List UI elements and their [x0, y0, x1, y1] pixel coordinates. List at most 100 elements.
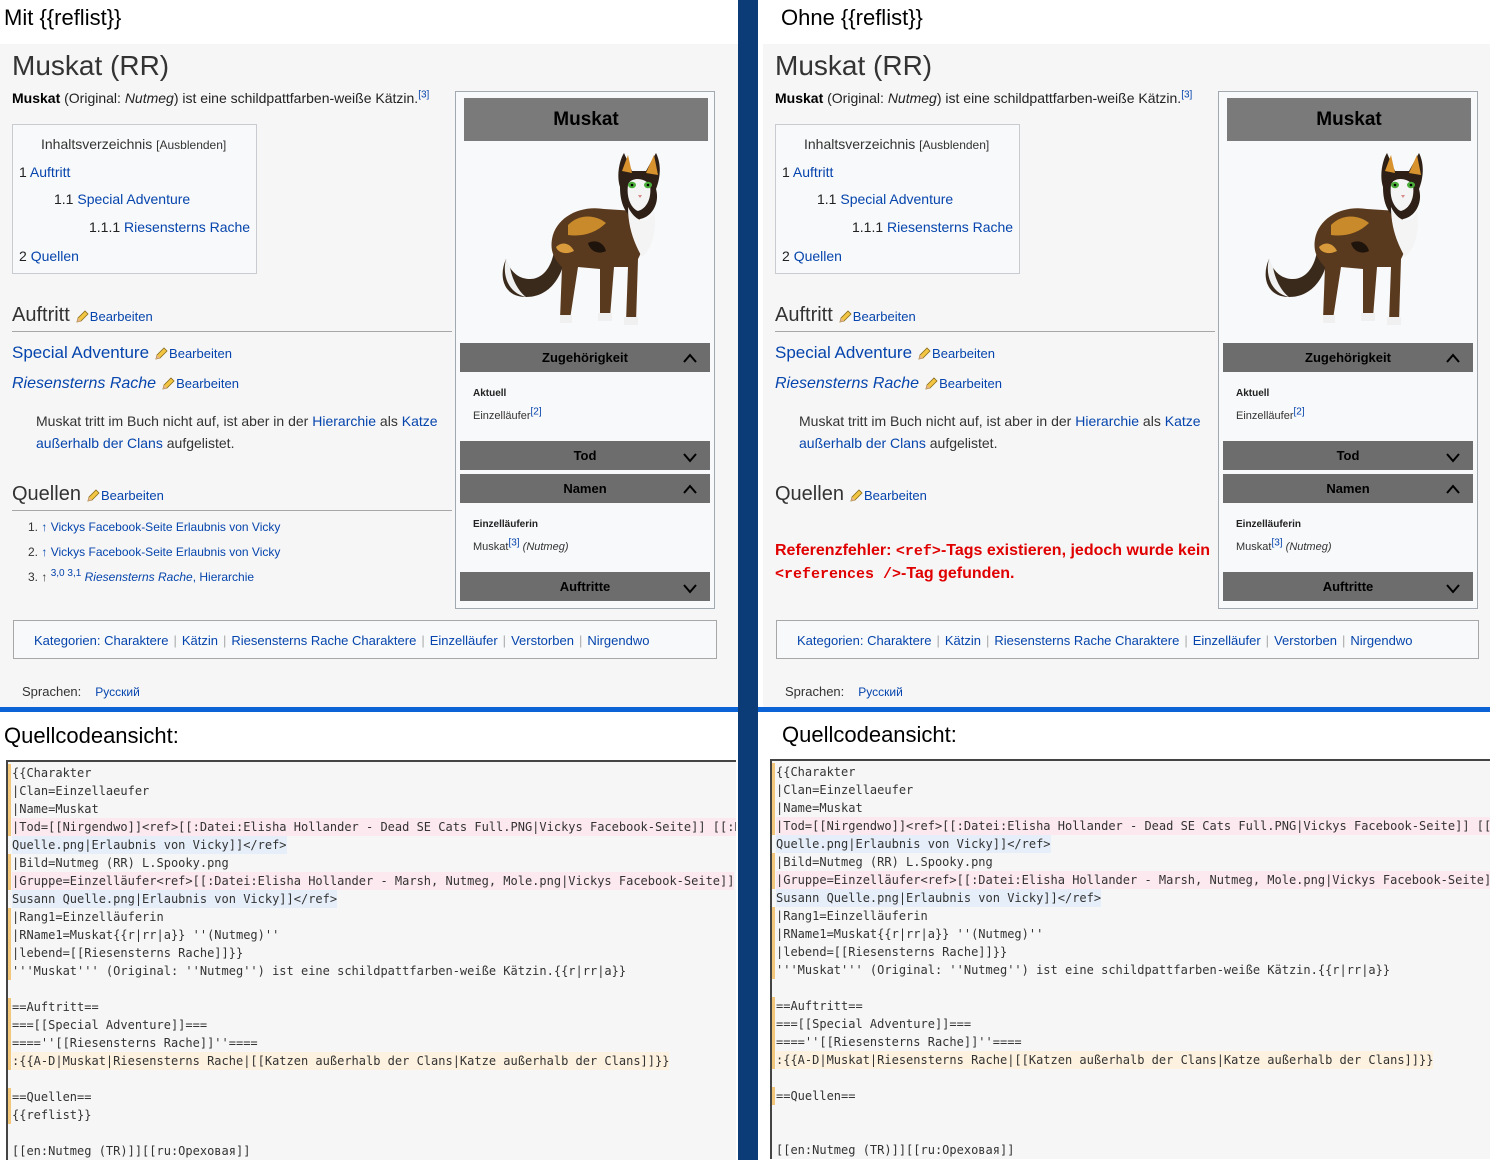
heading-special-adventure[interactable]: Special Adventure Bearbeiten [12, 343, 232, 363]
section-toggle-appearances[interactable]: Auftritte [460, 572, 710, 601]
table-of-contents: Inhaltsverzeichnis [Ausblenden] 1 Auftri… [12, 124, 257, 274]
line-gutter-marker [8, 1052, 11, 1070]
page-title: Muskat (RR) [12, 50, 170, 81]
source-line: |Name=Muskat [12, 802, 99, 816]
toc-hide-link[interactable]: [Ausblenden] [919, 138, 989, 152]
source-line: |RName1=Muskat{{r|rr|a}} ''(Nutmeg)'' [12, 928, 280, 942]
toc-item[interactable]: 1.1 Special Adventure [54, 191, 190, 207]
section-toggle-death[interactable]: Tod [1223, 441, 1473, 470]
toc-hide-link[interactable]: [Ausblenden] [156, 138, 226, 152]
chevron-up-icon [1446, 484, 1460, 494]
heading-auftritt: Auftritt Bearbeiten [12, 304, 452, 332]
katze-link[interactable]: außerhalb der Clans [36, 435, 163, 451]
edit-link[interactable]: Bearbeiten [76, 309, 153, 324]
katze-link[interactable]: außerhalb der Clans [799, 435, 926, 451]
line-gutter-marker [772, 1033, 775, 1051]
edit-link[interactable]: Bearbeiten [87, 488, 164, 503]
source-line: |Bild=Nutmeg (RR) L.Spooky.png [776, 855, 993, 869]
pencil-icon [162, 377, 175, 390]
edit-link[interactable]: Bearbeiten [850, 488, 927, 503]
edit-link[interactable]: Bearbeiten [918, 346, 995, 361]
toc-item[interactable]: 1 Auftritt [19, 164, 70, 180]
source-line: [[en:Nutmeg (TR)]][[ru:Ореховая]] [776, 1143, 1015, 1157]
line-gutter-marker [8, 1106, 11, 1124]
heading-special-adventure[interactable]: Special Adventure Bearbeiten [775, 343, 995, 363]
source-line: Susann Quelle.png|Erlaubnis von Vicky]]<… [12, 890, 338, 908]
source-line: '''Muskat''' (Original: ''Nutmeg'') ist … [12, 964, 627, 978]
section-toggle-appearances[interactable]: Auftritte [1223, 572, 1473, 601]
horizontal-rule-right [758, 707, 1490, 712]
label-current: Aktuell [1236, 388, 1270, 399]
edit-link[interactable]: Bearbeiten [155, 346, 232, 361]
cat-image [502, 153, 660, 325]
chevron-up-icon [683, 353, 697, 363]
language-bar: Sprachen: Русский [22, 684, 140, 699]
appearance-text: Muskat tritt im Buch nicht auf, ist aber… [799, 413, 1201, 451]
label-names: Einzelläuferin [473, 519, 539, 530]
section-toggle-affiliation[interactable]: Zugehörigkeit [1223, 343, 1473, 372]
source-line: |lebend=[[Riesensterns Rache]]}} [12, 946, 244, 960]
line-gutter-marker [8, 962, 11, 980]
line-gutter-marker [772, 853, 775, 871]
wiki-page-without-reflist: Muskat (RR) Muskat (Original: Nutmeg) is… [763, 44, 1490, 707]
katze-link[interactable]: Katze [402, 413, 438, 429]
toc-item[interactable]: 1.1 Special Adventure [817, 191, 953, 207]
line-gutter-marker [772, 961, 775, 979]
cat-image [1265, 153, 1423, 325]
chevron-down-icon [683, 584, 697, 594]
edit-link[interactable]: Bearbeiten [162, 376, 239, 391]
pencil-icon [839, 310, 852, 323]
edit-link[interactable]: Bearbeiten [925, 376, 1002, 391]
source-line: ==Quellen== [12, 1090, 92, 1104]
source-line: Susann Quelle.png|Erlaubnis von Vicky]]<… [776, 889, 1102, 907]
heading-riesensterns-rache[interactable]: Riesensterns Rache Bearbeiten [775, 375, 1002, 393]
toc-item[interactable]: 2 Quellen [782, 248, 842, 264]
pencil-icon [925, 377, 938, 390]
source-line: {{reflist}} [12, 1108, 92, 1122]
intro-text: Muskat (Original: Nutmeg) ist eine schil… [12, 89, 430, 106]
toc-item[interactable]: 1.1.1 Riesensterns Rache [89, 219, 250, 235]
reference-error: Referenzfehler: <ref>-Tags existieren, j… [775, 542, 1211, 583]
source-editor-left[interactable]: {{Charakter |Clan=Einzellaeufer |Name=Musk… [6, 760, 736, 1160]
chevron-down-icon [1446, 584, 1460, 594]
toc-item[interactable]: 1 Auftritt [782, 164, 833, 180]
source-line: :{{A-D|Muskat|Riesensterns Rache|[[Katze… [776, 1051, 1434, 1069]
pencil-icon [76, 310, 89, 323]
katze-link[interactable]: Katze [1165, 413, 1201, 429]
source-line: :{{A-D|Muskat|Riesensterns Rache|[[Katze… [12, 1052, 670, 1070]
line-gutter-marker [8, 764, 11, 782]
source-line: ==Auftritt== [12, 1000, 99, 1014]
right-header: Ohne {{reflist}} [781, 5, 923, 30]
hierarchy-link[interactable]: Hierarchie [312, 413, 376, 429]
line-gutter-marker [8, 818, 11, 836]
section-toggle-death[interactable]: Tod [460, 441, 710, 470]
section-toggle-affiliation[interactable]: Zugehörigkeit [460, 343, 710, 372]
value-names: Muskat[3] (Nutmeg) [1236, 537, 1332, 553]
line-gutter-marker [8, 782, 11, 800]
language-link[interactable]: Русский [858, 685, 903, 699]
language-link[interactable]: Русский [95, 685, 140, 699]
source-line: |Rang1=Einzelläuferin [12, 910, 164, 924]
hierarchy-link[interactable]: Hierarchie [1075, 413, 1139, 429]
toc-item[interactable]: 2 Quellen [19, 248, 79, 264]
source-line: |Tod=[[Nirgendwo]]<ref>[[:Datei:Elisha H… [776, 817, 1490, 835]
line-gutter-marker [8, 944, 11, 962]
intro-ref[interactable]: [3] [1181, 89, 1192, 100]
toc-item[interactable]: 1.1.1 Riesensterns Rache [852, 219, 1013, 235]
source-editor-right[interactable]: {{Charakter |Clan=Einzellaeufer |Name=Musk… [770, 759, 1490, 1159]
source-line: |Gruppe=Einzelläufer<ref>[[:Datei:Elisha… [776, 871, 1490, 889]
edit-link[interactable]: Bearbeiten [839, 309, 916, 324]
pencil-icon [850, 489, 863, 502]
source-line: {{Charakter [776, 765, 856, 779]
source-header-left: Quellcodeansicht: [4, 723, 179, 748]
section-toggle-names[interactable]: Namen [460, 474, 710, 503]
label-names: Einzelläuferin [1236, 519, 1302, 530]
line-gutter-marker [8, 872, 11, 890]
pencil-icon [918, 347, 931, 360]
toc-title: Inhaltsverzeichnis [41, 136, 153, 152]
source-line: '''Muskat''' (Original: ''Nutmeg'') ist … [776, 963, 1391, 977]
section-toggle-names[interactable]: Namen [1223, 474, 1473, 503]
heading-riesensterns-rache[interactable]: Riesensterns Rache Bearbeiten [12, 375, 239, 393]
wiki-page-with-reflist: Muskat (RR) Muskat (Original: Nutmeg) is… [0, 44, 738, 707]
intro-ref[interactable]: [3] [418, 89, 429, 100]
